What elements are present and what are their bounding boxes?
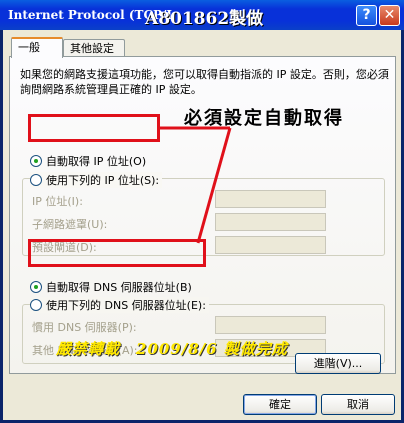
annotation-arrow: [160, 126, 232, 244]
dialog-window: Internet Protocol (TCP/I A801862製做 ? ✕ 一…: [0, 0, 404, 423]
annotation-text: 必須設定自動取得: [184, 108, 344, 129]
footer-caption: 嚴禁轉載 2009/8/6 製做完成: [56, 340, 288, 358]
tab-general[interactable]: 一般: [11, 37, 63, 58]
